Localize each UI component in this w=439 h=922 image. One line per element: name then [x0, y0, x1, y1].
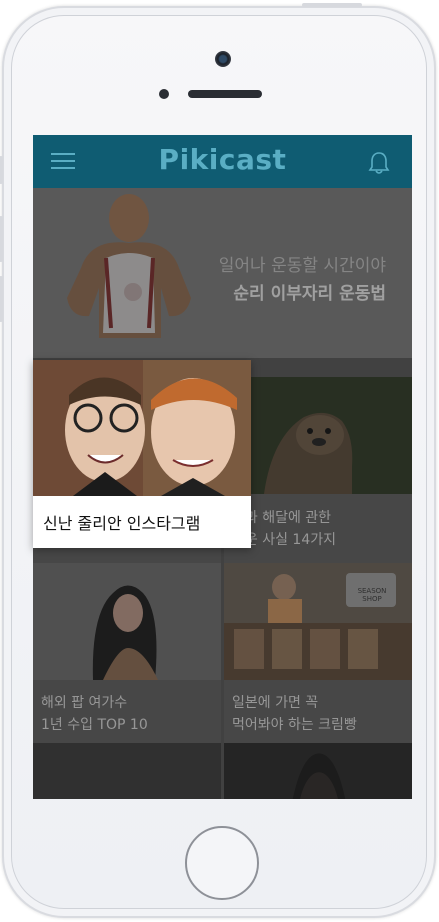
front-camera — [215, 51, 231, 67]
card-title-line-2: 1년 수입 TOP 10 — [41, 717, 148, 733]
app-title: Pikicast — [158, 143, 287, 176]
card-caption: 해외 팝 여가수 1년 수입 TOP 10 — [33, 680, 221, 743]
shop-sign-text: SEASON SHOP — [357, 587, 387, 603]
proximity-sensor — [159, 89, 169, 99]
card-caption: 일본에 가면 꼭 먹어봐야 하는 크림빵 — [224, 680, 412, 743]
card-5[interactable] — [33, 743, 221, 799]
card-image — [224, 743, 412, 799]
katy-perry-image — [33, 563, 221, 680]
card-6[interactable] — [224, 743, 412, 799]
power-button — [302, 3, 362, 7]
card-3[interactable]: 해외 팝 여가수 1년 수입 TOP 10 — [33, 563, 221, 743]
card-title-line-1: 해외 팝 여가수 — [41, 695, 128, 711]
card-2[interactable]: 달과 해달에 관한 여운 사실 14가지 — [224, 377, 412, 566]
bell-icon[interactable] — [366, 150, 392, 176]
popup-title: 신난 줄리안 인스타그램 — [43, 514, 201, 533]
otter-image — [224, 377, 412, 494]
card-image — [33, 743, 221, 799]
card-caption: 달과 해달에 관한 여운 사실 14가지 — [224, 494, 412, 566]
highlighted-card-popup[interactable]: 신난 줄리안 인스타그램 — [33, 360, 251, 548]
volume-down-button — [0, 276, 3, 322]
banner-line-1: 일어나 운동할 시간이야 — [218, 256, 386, 276]
card-4[interactable]: SEASON SHOP 일본에 가면 꼭 먹어봐야 하는 크림빵 — [224, 563, 412, 743]
volume-up-button — [0, 216, 3, 262]
earpiece-speaker — [188, 90, 262, 98]
cream-bread-shop-image — [224, 563, 412, 680]
card-title-line-1: 일본에 가면 꼭 — [232, 695, 319, 711]
feature-banner[interactable]: 일어나 운동할 시간이야 순리 이부자리 운동법 — [33, 188, 412, 358]
bodybuilder-image — [67, 194, 191, 338]
julian-selfie-image — [33, 360, 251, 496]
mute-switch — [0, 156, 3, 184]
app-header: Pikicast — [33, 135, 412, 188]
banner-line-2: 순리 이부자리 운동법 — [233, 284, 386, 304]
card-title-line-2: 먹어봐야 하는 크림빵 — [232, 717, 357, 733]
home-button[interactable] — [185, 826, 259, 900]
